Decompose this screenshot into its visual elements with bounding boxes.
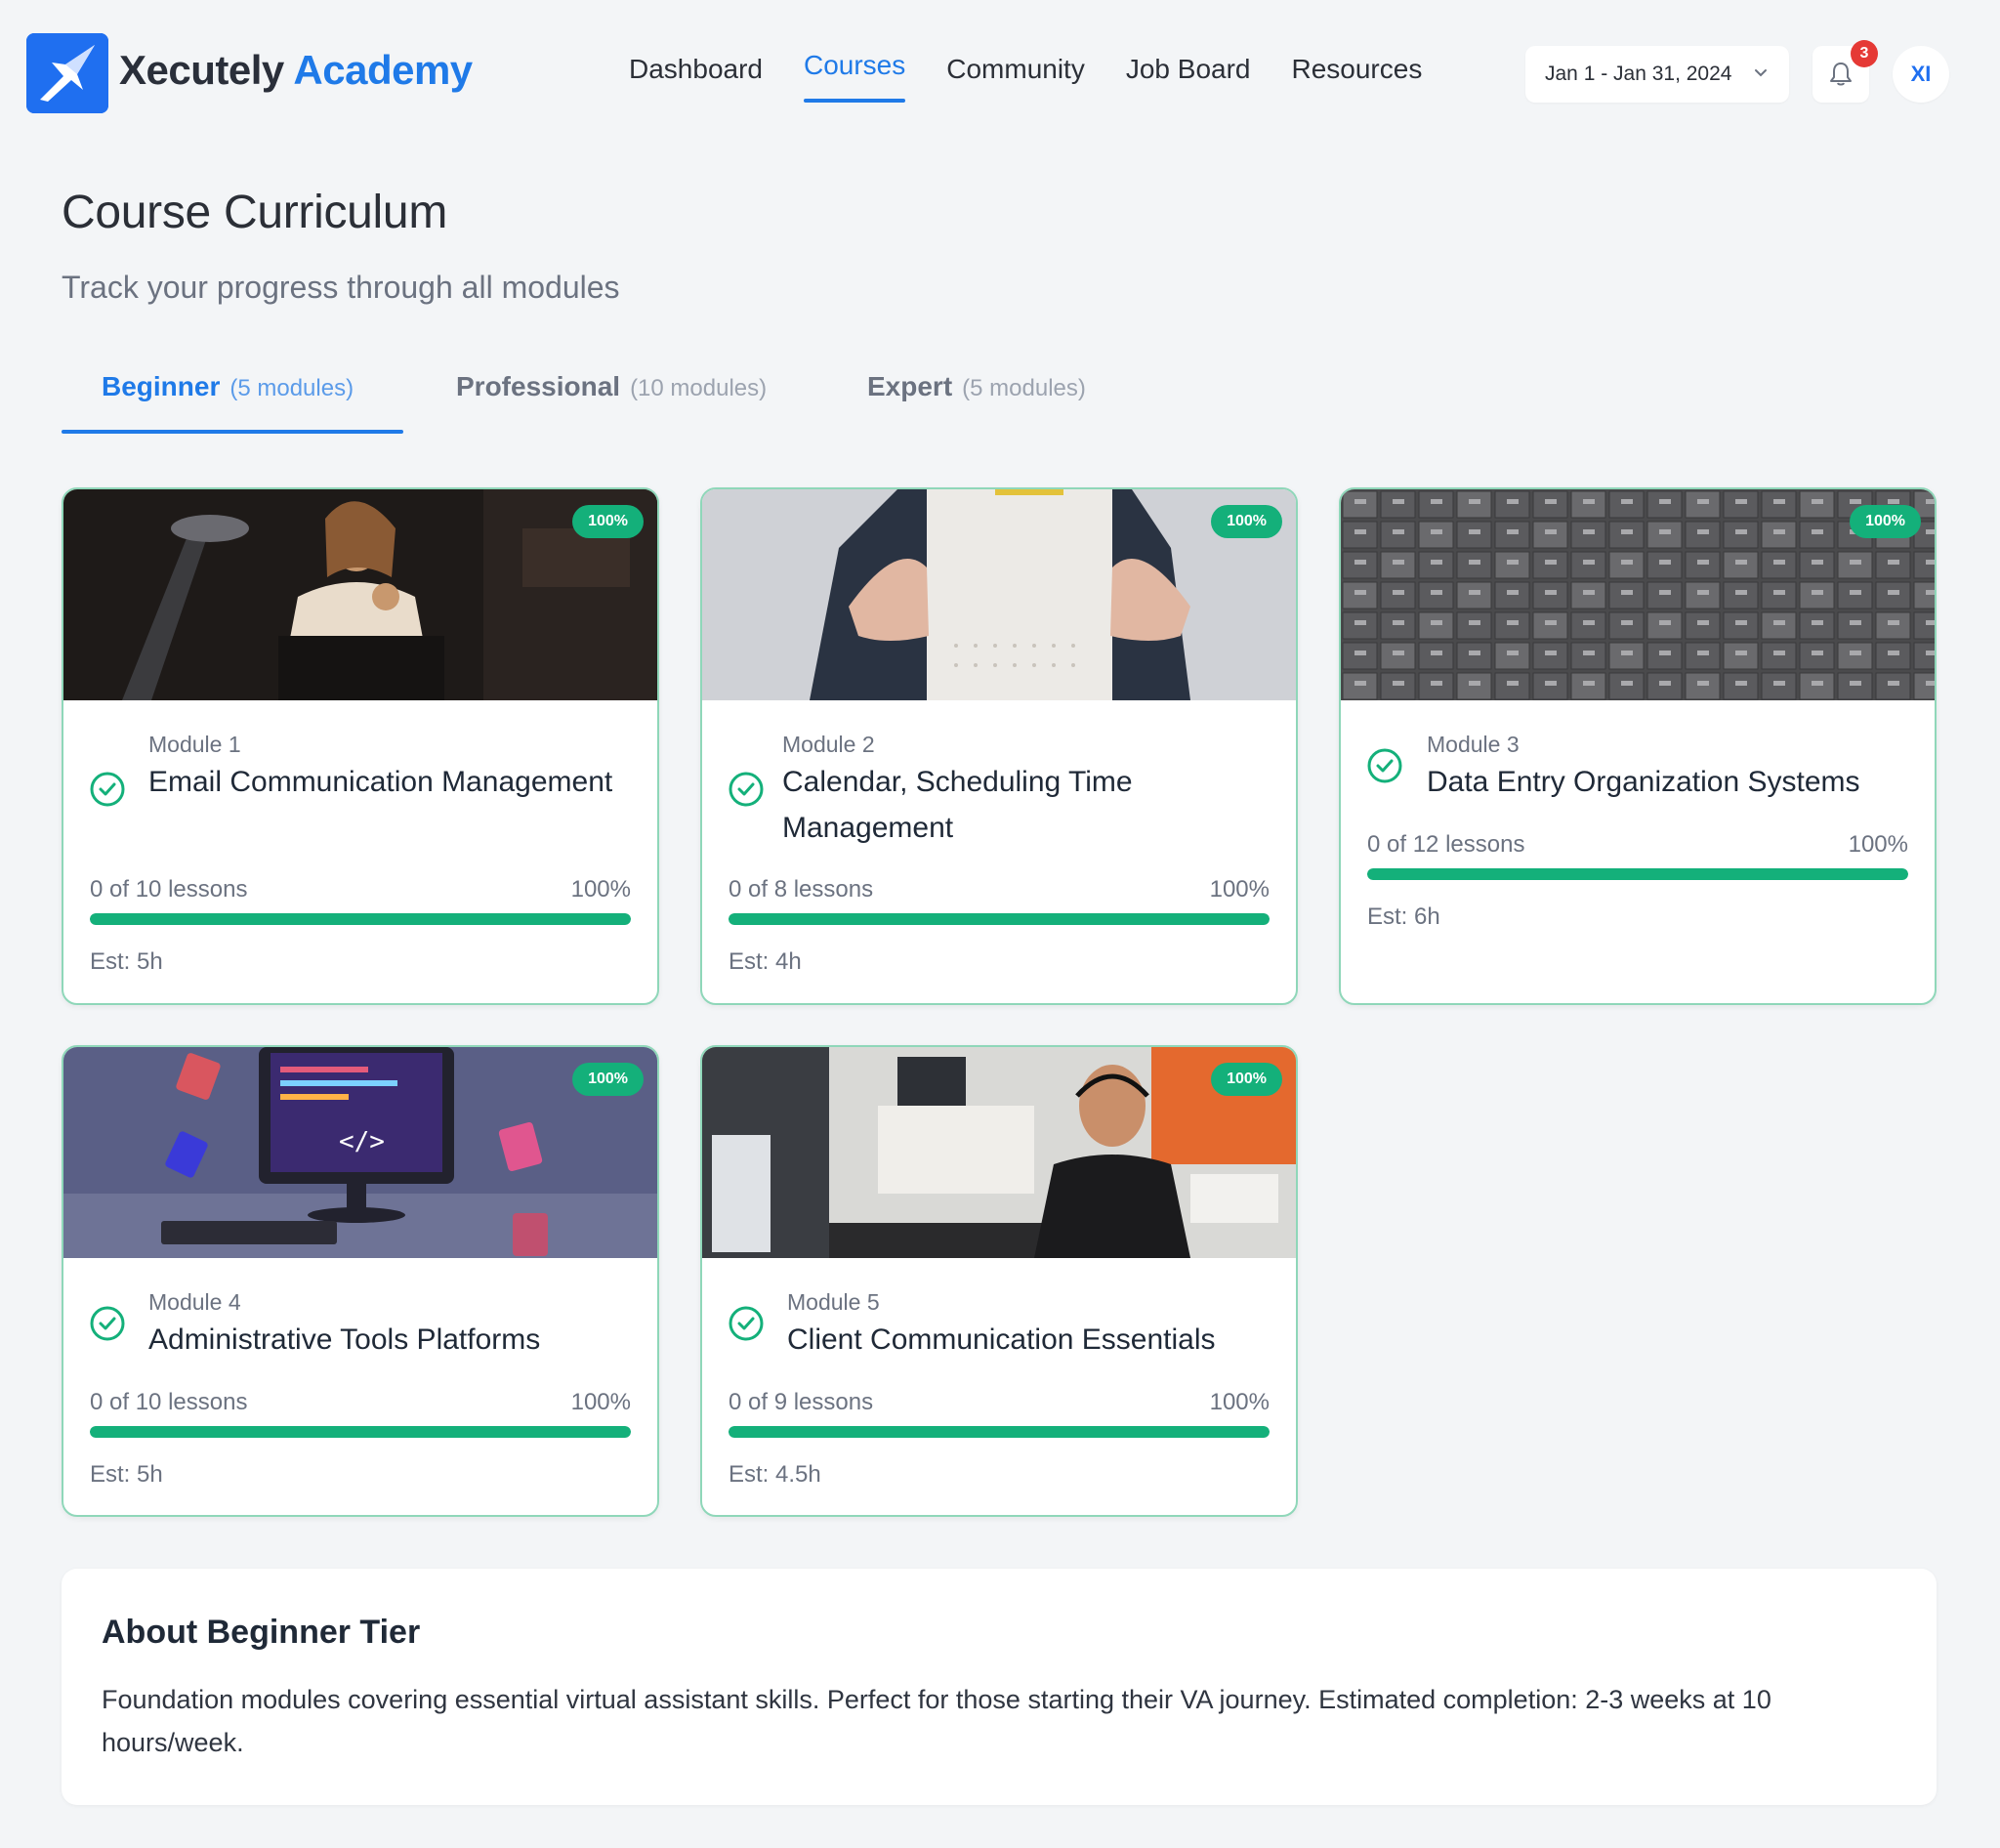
time-estimate: Est: 6h xyxy=(1367,903,1440,930)
tab-count: (10 modules) xyxy=(630,375,768,401)
nav-dashboard[interactable]: Dashboard xyxy=(629,54,763,99)
completion-badge: 100% xyxy=(1211,505,1282,538)
completion-badge: 100% xyxy=(1850,505,1921,538)
brand-name[interactable]: Xecutely Academy xyxy=(119,47,473,94)
progress-bar-fill xyxy=(729,913,1270,925)
module-card-4[interactable]: </> 100% Module 4 Administrative Tools P… xyxy=(62,1045,659,1517)
nav-resources[interactable]: Resources xyxy=(1291,54,1422,99)
lesson-count: 0 of 10 lessons xyxy=(90,1389,248,1415)
module-title: Calendar, Scheduling Time Management xyxy=(782,766,1133,844)
tab-expert[interactable]: Expert (5 modules) xyxy=(867,371,1086,434)
module-number: Module 4 xyxy=(148,1289,241,1315)
module-image: </> 100% xyxy=(63,1047,657,1258)
module-card-5[interactable]: 100% Module 5 Client Communication Essen… xyxy=(700,1045,1298,1517)
check-circle-icon xyxy=(89,1305,126,1347)
main-nav: Dashboard Courses Community Job Board Re… xyxy=(629,50,1463,103)
module-image: 100% xyxy=(702,1047,1296,1258)
time-estimate: Est: 5h xyxy=(90,1461,163,1488)
module-title: Email Communication Management xyxy=(148,766,613,798)
module-number: Module 1 xyxy=(148,732,241,757)
completion-badge: 100% xyxy=(1211,1063,1282,1096)
module-card-3[interactable]: 100% Module 3 Data Entry Organization Sy… xyxy=(1339,487,1937,1005)
lesson-count: 0 of 9 lessons xyxy=(729,1389,874,1415)
date-range-picker[interactable]: Jan 1 - Jan 31, 2024 xyxy=(1525,46,1789,103)
avatar[interactable]: XI xyxy=(1893,46,1949,103)
progress-percent: 100% xyxy=(570,876,631,903)
about-description: Foundation modules covering essential vi… xyxy=(102,1685,1771,1757)
nav-community[interactable]: Community xyxy=(946,54,1085,99)
brand-name-part1: Xecutely xyxy=(119,47,284,93)
brand-name-part2: Academy xyxy=(293,47,473,93)
progress-bar xyxy=(729,1426,1270,1438)
progress-bar xyxy=(1367,868,1908,880)
module-title: Client Communication Essentials xyxy=(787,1323,1216,1356)
check-circle-icon xyxy=(728,1305,765,1347)
date-range-label: Jan 1 - Jan 31, 2024 xyxy=(1545,63,1732,85)
module-image: 100% xyxy=(1341,489,1935,700)
completion-badge: 100% xyxy=(572,1063,644,1096)
top-header: Xecutely Academy Dashboard Courses Commu… xyxy=(0,0,2000,147)
time-estimate: Est: 5h xyxy=(90,948,163,975)
notifications-button[interactable]: 3 xyxy=(1812,40,1878,103)
tier-tabs: Beginner (5 modules) Professional (10 modu… xyxy=(62,371,1937,434)
tab-label: Expert xyxy=(867,371,953,401)
bell-icon xyxy=(1830,63,1852,86)
time-estimate: Est: 4.5h xyxy=(729,1461,821,1488)
progress-percent: 100% xyxy=(570,1389,631,1415)
tab-count: (5 modules) xyxy=(229,375,354,401)
progress-bar-fill xyxy=(90,913,631,925)
tab-beginner[interactable]: Beginner (5 modules) xyxy=(102,371,354,434)
module-image: 100% xyxy=(702,489,1296,700)
lesson-count: 0 of 12 lessons xyxy=(1367,831,1525,858)
active-tab-indicator xyxy=(62,430,403,434)
progress-bar-fill xyxy=(1367,868,1908,880)
nav-job-board[interactable]: Job Board xyxy=(1126,54,1251,99)
check-circle-icon xyxy=(728,771,765,813)
logo-icon[interactable] xyxy=(26,33,108,113)
progress-bar xyxy=(90,1426,631,1438)
page-subtitle: Track your progress through all modules xyxy=(62,270,620,305)
tab-label: Professional xyxy=(456,371,621,401)
chevron-down-icon xyxy=(1752,64,1770,88)
tab-label: Beginner xyxy=(102,371,221,401)
page-title: Course Curriculum xyxy=(62,187,448,238)
module-title: Data Entry Organization Systems xyxy=(1427,766,1860,798)
progress-percent: 100% xyxy=(1209,1389,1270,1415)
about-title: About Beginner Tier xyxy=(102,1614,421,1651)
module-number: Module 5 xyxy=(787,1289,880,1315)
module-number: Module 2 xyxy=(782,732,875,757)
progress-percent: 100% xyxy=(1848,831,1908,858)
notification-count-badge: 3 xyxy=(1851,40,1878,67)
module-image: 100% xyxy=(63,489,657,700)
completion-badge: 100% xyxy=(572,505,644,538)
progress-bar-fill xyxy=(729,1426,1270,1438)
nav-courses[interactable]: Courses xyxy=(803,50,906,103)
module-card-2[interactable]: 100% Module 2 Calendar, Scheduling Time … xyxy=(700,487,1298,1005)
progress-bar xyxy=(90,913,631,925)
check-circle-icon xyxy=(89,771,126,813)
progress-bar xyxy=(729,913,1270,925)
check-circle-icon xyxy=(1366,747,1403,789)
lesson-count: 0 of 8 lessons xyxy=(729,876,874,903)
tab-count: (5 modules) xyxy=(962,375,1086,401)
about-tier-panel: About Beginner Tier Foundation modules c… xyxy=(62,1569,1937,1805)
progress-bar-fill xyxy=(90,1426,631,1438)
module-number: Module 3 xyxy=(1427,732,1520,757)
progress-percent: 100% xyxy=(1209,876,1270,903)
time-estimate: Est: 4h xyxy=(729,948,802,975)
module-title: Administrative Tools Platforms xyxy=(148,1323,541,1356)
tab-professional[interactable]: Professional (10 modules) xyxy=(456,371,767,434)
lesson-count: 0 of 10 lessons xyxy=(90,876,248,903)
svg-text:</>: </> xyxy=(339,1127,385,1156)
module-card-1[interactable]: 100% Module 1 Email Communication Manage… xyxy=(62,487,659,1005)
